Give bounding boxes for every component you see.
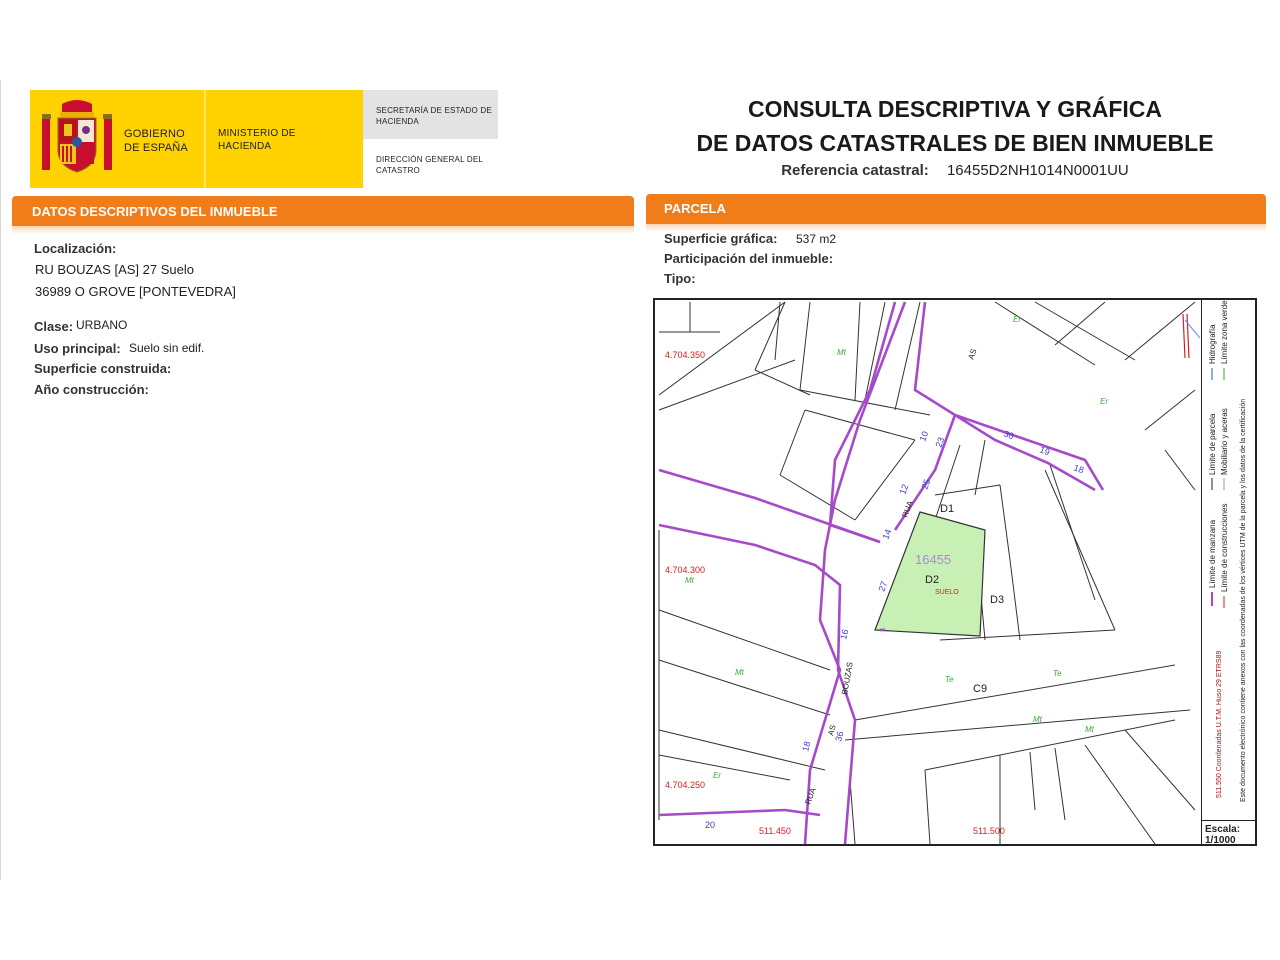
superficie-grafica-label: Superficie gráfica: [664, 231, 778, 246]
street-number-18b: 18 [1072, 462, 1085, 475]
legend-limite-parcela: Límite de parcela [1208, 413, 1217, 475]
label-mt-5: Mt [1085, 725, 1095, 734]
uso-principal-value: Suelo sin edif. [129, 341, 205, 355]
legend-zona-verde: Límite zona verde [1220, 300, 1229, 364]
street-number-20: 20 [705, 820, 715, 830]
street-as-1: AS [966, 348, 978, 361]
label-mt-1: Mt [837, 348, 847, 357]
coord-y-3: 4.704.250 [665, 780, 705, 790]
street-number-18: 18 [800, 740, 812, 752]
localizacion-line-1: RU BOUZAS [AS] 27 Suelo [35, 262, 194, 277]
coord-y-2: 4.704.300 [665, 565, 705, 575]
label-mt-2: Mt [685, 576, 695, 585]
label-d2: D2 [925, 574, 939, 586]
title-line-1: CONSULTA DESCRIPTIVA Y GRÁFICA [747, 96, 1163, 122]
parcela-heading: PARCELA [664, 201, 726, 216]
street-number-19: 19 [1038, 444, 1051, 457]
page-title: CONSULTA DESCRIPTIVA Y GRÁFICA DE DATOS … [660, 92, 1250, 160]
label-te-2: Te [1053, 669, 1062, 678]
label-mt-4: Mt [1033, 715, 1043, 724]
street-number-12: 12 [897, 483, 910, 496]
coord-x-2: 511.500 [973, 826, 1005, 836]
label-d3: D3 [990, 594, 1004, 606]
street-number-25: 25 [919, 478, 932, 491]
localizacion-label: Localización: [34, 241, 117, 256]
street-number-10: 10 [917, 430, 930, 443]
coat-of-arms-icon [42, 100, 112, 173]
descriptivos-heading-shadow [12, 226, 634, 234]
legend-note: Este documento electrónico contiene anex… [1240, 398, 1247, 802]
participacion-label: Participación del inmueble: [664, 251, 834, 266]
street-number-16: 16 [838, 628, 850, 640]
parcel-id-label: 16455 [915, 552, 951, 567]
gobierno-label: GOBIERNO DE ESPAÑA [124, 128, 188, 154]
title-line-2: DE DATOS CATASTRALES DE BIEN INMUEBLE [696, 130, 1214, 156]
scale-label: Escala: [1205, 824, 1241, 835]
parcela-heading-bar: PARCELA [646, 194, 1266, 224]
label-er-2: Er [1100, 397, 1108, 406]
page-left-border [0, 80, 1, 880]
referencia-catastral: Referencia catastral: 16455D2NH1014N0001… [660, 162, 1250, 179]
cadastral-map[interactable]: 4.704.350 4.704.300 4.704.250 511.450 51… [653, 298, 1257, 846]
map-legend: Límite de manzana Límite de parcela Hidr… [1201, 300, 1255, 820]
descriptivos-heading: DATOS DESCRIPTIVOS DEL INMUEBLE [32, 204, 278, 219]
label-er-3: Er [713, 771, 721, 780]
legend-hidrografia: Hidrografía [1208, 324, 1217, 364]
street-number-27: 27 [876, 580, 889, 593]
label-mt-3: Mt [735, 668, 745, 677]
street-number-14: 14 [880, 528, 893, 541]
referencia-label: Referencia catastral: [781, 162, 929, 179]
coord-y-1: 4.704.350 [665, 350, 705, 360]
label-te-1: Te [945, 675, 954, 684]
label-er-1: Er [1013, 315, 1021, 324]
scale-value: 1/1000 [1205, 835, 1236, 846]
street-bouzas: BOUZAS [840, 661, 855, 695]
clase-label: Clase: [34, 319, 74, 334]
localizacion-line-2: 36989 O GROVE [PONTEVEDRA] [35, 284, 236, 299]
label-c9: C9 [973, 683, 987, 695]
coord-x-1: 511.450 [759, 826, 791, 836]
tipo-label: Tipo: [664, 271, 696, 286]
legend-limite-manzana: Límite de manzana [1208, 519, 1217, 588]
street-number-30: 30 [1002, 428, 1015, 441]
descriptivos-heading-bar: DATOS DESCRIPTIVOS DEL INMUEBLE [12, 196, 634, 226]
superficie-grafica-value: 537 m2 [796, 232, 837, 246]
label-d1: D1 [940, 503, 954, 515]
logo-separator [204, 90, 206, 188]
clase-value: URBANO [76, 318, 128, 332]
street-number-36: 36 [833, 730, 845, 742]
referencia-value: 16455D2NH1014N0001UU [946, 162, 1129, 179]
legend-mobiliario: Mobiliario y aceras [1220, 408, 1229, 475]
label-suelo: SUELO [935, 589, 959, 596]
superficie-construida-label: Superficie construida: [34, 361, 172, 376]
street-rua-2: RUA [803, 786, 817, 806]
map-drawing: 4.704.350 4.704.300 4.704.250 511.450 51… [658, 301, 1201, 844]
secretaria-label: SECRETARÍA DE ESTADO DE HACIENDA [376, 106, 492, 126]
legend-limite-construcciones: Límite de construcciones [1220, 503, 1229, 593]
uso-principal-label: Uso principal: [34, 341, 121, 356]
direccion-label: DIRECCIÓN GENERAL DEL CATASTRO [376, 155, 483, 175]
map-scale: Escala: 1/1000 [1201, 820, 1255, 846]
legend-coordinates: 511.550 Coordenadas U.T.M. Huso 29 ETRS8… [1216, 650, 1223, 798]
ministerio-label: MINISTERIO DE HACIENDA [218, 128, 296, 152]
anio-construccion-label: Año construcción: [34, 382, 149, 397]
